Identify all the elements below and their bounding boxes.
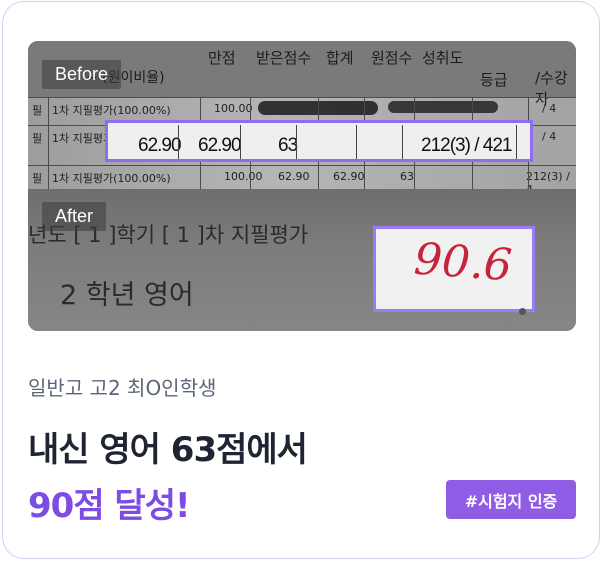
exam-photo: ~ (원이비율) 만점 받은점수 합계 원점수 성취도 등급 /수강자 필 1차…: [28, 41, 576, 331]
highlight-rank: 212(3) / 421: [421, 135, 512, 156]
header-received: 받은점수: [256, 49, 312, 67]
headline-line-1: 내신 영어 63점에서: [28, 430, 308, 470]
highlight-score-box: 62.90 62.90 63 212(3) / 421: [105, 120, 533, 162]
header-achievement: 성취도: [422, 49, 464, 67]
handwritten-score-box: 90.6: [373, 226, 535, 312]
header-grade: 등급: [480, 71, 508, 89]
student-info: 일반고 고2 최O인학생: [28, 376, 217, 400]
highlight-score-3: 63: [278, 135, 298, 156]
highlight-score-1: 62.90: [138, 135, 182, 156]
headline-line-2: 90점 달성!: [28, 486, 190, 526]
header-max: 만점: [208, 49, 236, 67]
before-image: ~ (원이비율) 만점 받은점수 합계 원점수 성취도 등급 /수강자 필 1차…: [28, 41, 576, 189]
highlight-score-2: 62.90: [198, 135, 242, 156]
table-row: 필 1차 지필평가(100.00%) 100.00 / 4: [28, 97, 576, 120]
handwritten-score: 90.6: [412, 233, 514, 292]
exam-subject-text: 2 학년 영어: [60, 280, 194, 311]
before-label: Before: [42, 60, 122, 89]
header-sum: 합계: [326, 49, 354, 67]
exam-verified-badge[interactable]: #시험지 인증: [446, 480, 576, 519]
header-raw: 원점수: [371, 49, 413, 67]
paper-hole: [519, 308, 526, 315]
after-label: After: [42, 202, 107, 231]
table-row: 필 1차 지필평가(100.00%) 100.00 62.90 62.90 63…: [28, 165, 576, 189]
